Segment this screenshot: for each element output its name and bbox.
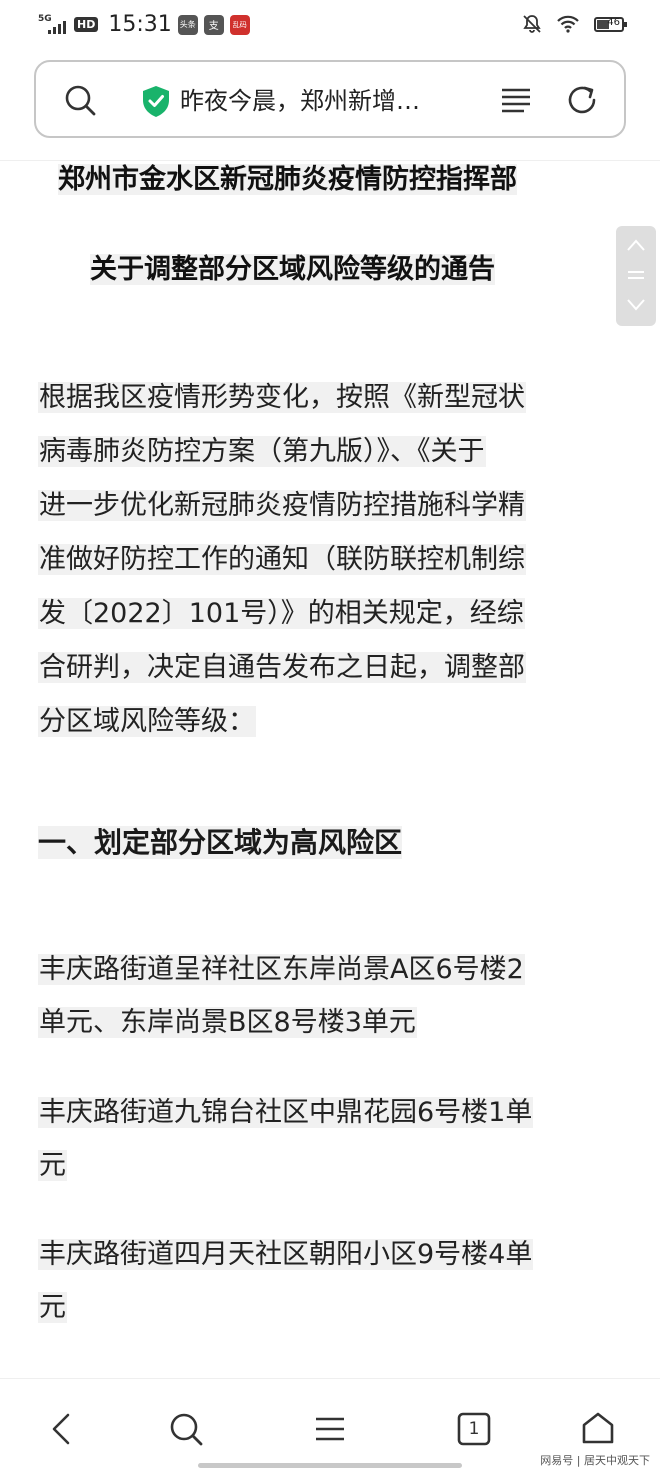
search-icon[interactable] — [62, 82, 98, 118]
paragraph-line: 单元、东岸尚景B区8号楼3单元 — [38, 1007, 417, 1038]
news-app-icon: 乱码 — [229, 14, 250, 35]
chevron-down-icon[interactable] — [626, 298, 646, 312]
battery-icon: 46 — [594, 16, 627, 32]
back-icon[interactable] — [42, 1409, 82, 1449]
paragraph-line: 准做好防控工作的通知（联防联控机制综 — [38, 544, 526, 575]
mute-bell-icon — [523, 15, 541, 33]
status-right: 46 — [522, 14, 627, 34]
paragraph-line: 元 — [38, 1150, 67, 1181]
alipay-app-icon: 支 — [203, 14, 224, 35]
toutiao-app-icon: 头条 — [177, 14, 198, 35]
home-icon[interactable] — [578, 1409, 618, 1449]
lines-icon — [628, 271, 644, 279]
page-scroll-control[interactable] — [616, 226, 656, 326]
risk-area-item: 丰庆路街道呈祥社区东岸尚景A区6号楼2 单元、东岸尚景B区8号楼3单元 — [38, 945, 624, 1051]
address-bar[interactable]: 昨夜今晨，郑州新增… — [34, 60, 626, 138]
clock: 15:31 — [108, 12, 172, 37]
tab-count: 1 — [468, 1419, 480, 1439]
paragraph-line: 丰庆路街道四月天社区朝阳小区9号楼4单 — [38, 1239, 534, 1270]
section-heading: 一、划定部分区域为高风险区 — [38, 826, 403, 859]
paragraph-line: 元 — [38, 1292, 67, 1323]
status-bar: 5G HD 15:31 头条 支 乱码 46 — [0, 0, 660, 52]
refresh-icon[interactable] — [564, 82, 600, 118]
status-left: 5G HD 15:31 头条 支 乱码 — [38, 12, 250, 37]
article-title-line1: 郑州市金水区新冠肺炎疫情防控指挥部 — [58, 164, 517, 195]
risk-area-item: 丰庆路街道九锦台社区中鼎花园6号楼1单 元 — [38, 1088, 624, 1194]
paragraph-line: 分区域风险等级： — [38, 706, 256, 737]
signal-icon: 5G — [38, 14, 68, 36]
paragraph-line: 根据我区疫情形势变化，按照《新型冠状 — [38, 382, 526, 413]
paragraph-line: 丰庆路街道呈祥社区东岸尚景A区6号楼2 — [38, 954, 525, 985]
menu-lines-icon[interactable] — [498, 82, 534, 118]
menu-icon[interactable] — [310, 1409, 350, 1449]
paragraph-line: 病毒肺炎防控方案（第九版）》、《关于 — [38, 436, 486, 467]
chevron-up-icon[interactable] — [626, 238, 646, 252]
paragraph-line: 发〔2022〕101号）》的相关规定，经综 — [38, 598, 525, 629]
home-indicator[interactable] — [198, 1463, 462, 1468]
watermark: 网易号 | 居天中观天下 — [540, 1454, 650, 1467]
intro-paragraph: 根据我区疫情形势变化，按照《新型冠状 病毒肺炎防控方案（第九版）》、《关于 进一… — [38, 373, 624, 751]
page-title-text[interactable]: 昨夜今晨，郑州新增… — [180, 82, 420, 120]
hd-badge: HD — [74, 17, 99, 32]
secure-shield-icon — [143, 86, 169, 117]
paragraph-line: 合研判，决定自通告发布之日起，调整部 — [38, 652, 526, 683]
article-title-line2: 关于调整部分区域风险等级的通告 — [90, 254, 495, 285]
tabs-button[interactable]: 1 — [454, 1409, 494, 1449]
search-icon[interactable] — [166, 1409, 206, 1449]
paragraph-line: 丰庆路街道九锦台社区中鼎花园6号楼1单 — [38, 1097, 534, 1128]
risk-area-item: 丰庆路街道四月天社区朝阳小区9号楼4单 元 — [38, 1230, 624, 1336]
wifi-icon — [557, 15, 579, 33]
paragraph-line: 进一步优化新冠肺炎疫情防控措施科学精 — [38, 490, 526, 521]
